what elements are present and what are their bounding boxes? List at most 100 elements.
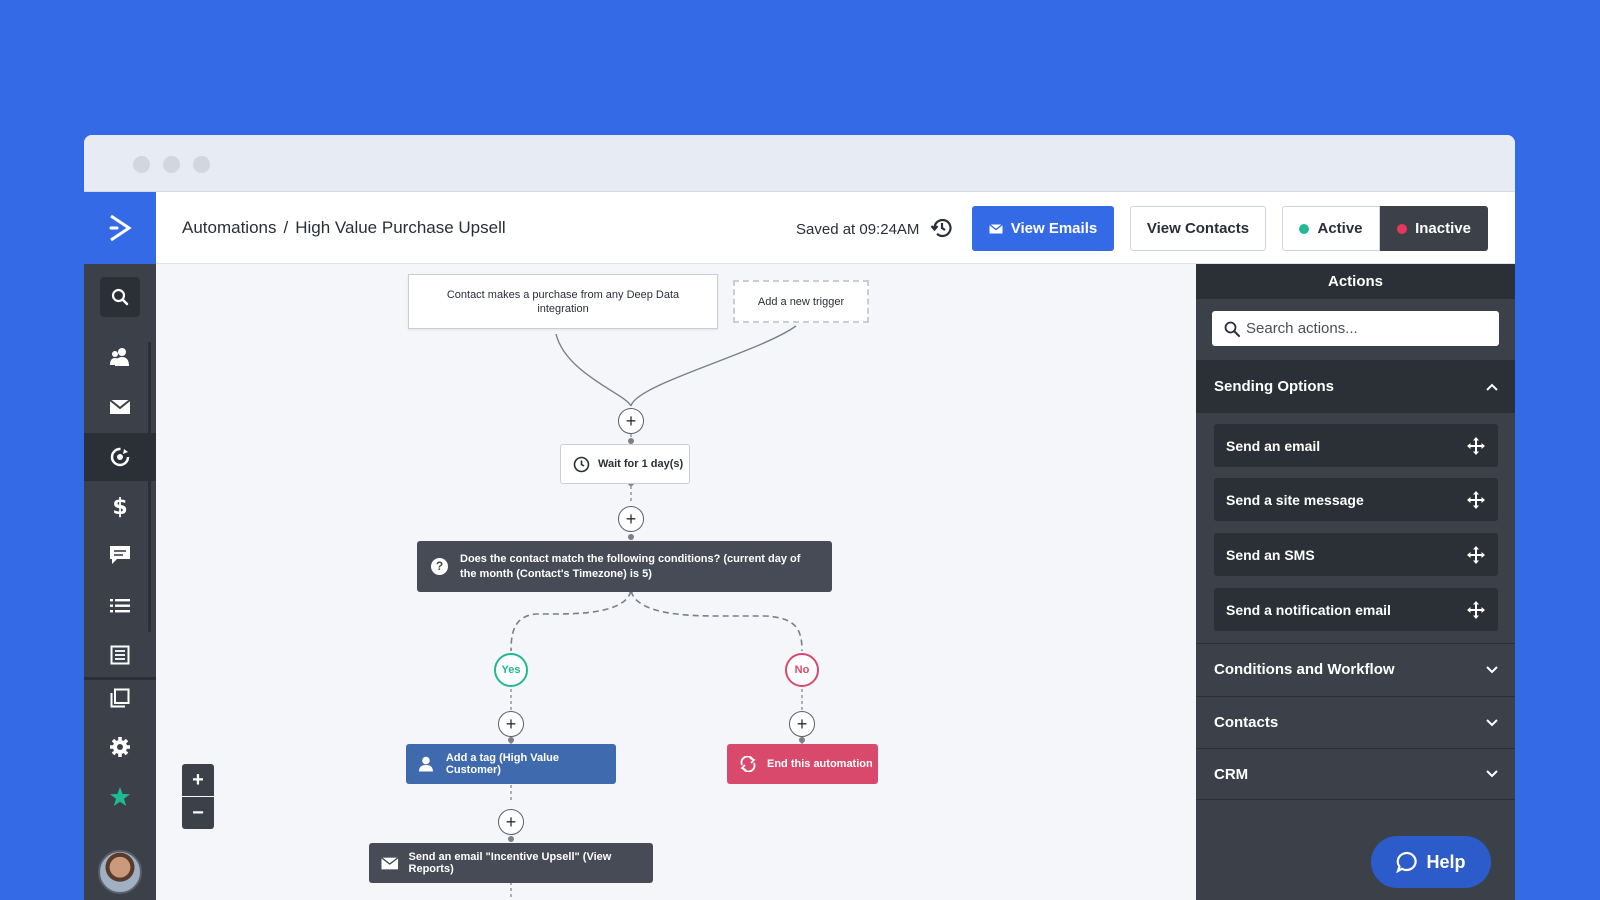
drag-handle-icon[interactable] xyxy=(1466,436,1486,456)
condition-node[interactable]: ? Does the contact match the following c… xyxy=(417,541,832,592)
window-maximize-dot[interactable] xyxy=(193,156,210,173)
automation-icon xyxy=(110,447,130,467)
inactive-toggle[interactable]: Inactive xyxy=(1380,206,1488,251)
help-label: Help xyxy=(1426,851,1466,872)
envelope-icon xyxy=(988,223,1003,233)
svg-text:$: $ xyxy=(112,495,127,518)
clock-icon xyxy=(573,456,590,472)
pages-icon xyxy=(110,688,130,708)
action-search-input[interactable] xyxy=(1246,320,1486,337)
end-automation-node[interactable]: End this automation xyxy=(727,744,878,784)
page-title[interactable]: High Value Purchase Upsell xyxy=(295,218,505,237)
chat-icon xyxy=(110,546,130,564)
yes-branch-label: Yes xyxy=(494,653,528,687)
action-label: Send a site message xyxy=(1226,491,1364,508)
refresh-icon xyxy=(740,756,756,772)
window-close-dot[interactable] xyxy=(133,156,150,173)
section-sending-options[interactable]: Sending Options xyxy=(1196,360,1515,413)
search-icon xyxy=(1224,321,1240,337)
action-send-email[interactable]: Send an email xyxy=(1214,424,1498,467)
search-icon xyxy=(111,288,129,306)
logo[interactable] xyxy=(84,192,156,264)
sidebar-item-contacts[interactable] xyxy=(84,333,156,381)
user-icon xyxy=(418,756,433,772)
action-label: Send an SMS xyxy=(1226,546,1315,563)
section-crm[interactable]: CRM xyxy=(1196,748,1515,800)
add-step-button[interactable]: + xyxy=(618,506,644,532)
send-email-node[interactable]: Send an email "Incentive Upsell" (View R… xyxy=(369,843,653,883)
action-send-notification-email[interactable]: Send a notification email xyxy=(1214,588,1498,631)
actions-panel: Actions Sending Options Send an email Se… xyxy=(1196,264,1515,900)
view-contacts-button[interactable]: View Contacts xyxy=(1130,206,1266,251)
window-minimize-dot[interactable] xyxy=(163,156,180,173)
add-tag-node[interactable]: Add a tag (High Value Customer) xyxy=(406,744,616,784)
chevron-down-icon xyxy=(1486,770,1498,778)
active-toggle[interactable]: Active xyxy=(1282,206,1380,251)
sidebar-item-favorites[interactable] xyxy=(84,773,156,821)
sidebar-item-deals[interactable]: $ xyxy=(84,482,156,530)
add-step-button[interactable]: + xyxy=(789,711,815,737)
dollar-icon: $ xyxy=(112,495,127,518)
history-icon xyxy=(930,218,952,238)
section-conditions-workflow[interactable]: Conditions and Workflow xyxy=(1196,643,1515,695)
section-sending-options-label: Sending Options xyxy=(1214,378,1334,395)
section-label: Contacts xyxy=(1214,714,1279,731)
envelope-icon xyxy=(109,399,131,414)
chat-bubble-icon xyxy=(1396,851,1418,873)
view-emails-button[interactable]: View Emails xyxy=(972,206,1114,251)
drag-handle-icon[interactable] xyxy=(1466,490,1486,510)
active-label: Active xyxy=(1317,220,1363,237)
zoom-out-button[interactable]: − xyxy=(182,797,214,829)
section-label: CRM xyxy=(1214,765,1249,783)
add-step-button[interactable]: + xyxy=(618,408,644,434)
sidebar-item-search[interactable] xyxy=(84,273,156,321)
trigger-node[interactable]: Contact makes a purchase from any Deep D… xyxy=(408,274,718,329)
view-emails-label: View Emails xyxy=(1010,220,1098,237)
add-step-button[interactable]: + xyxy=(498,711,524,737)
chevron-down-icon xyxy=(1486,718,1498,726)
list-icon xyxy=(110,599,130,613)
help-button[interactable]: Help xyxy=(1371,836,1491,888)
condition-node-label: Does the contact match the following con… xyxy=(460,552,801,580)
sidebar-item-campaigns[interactable] xyxy=(84,383,156,431)
avatar[interactable] xyxy=(98,850,142,894)
add-trigger-node[interactable]: Add a new trigger xyxy=(733,280,869,323)
sidebar-item-conversations[interactable] xyxy=(84,531,156,579)
breadcrumb-separator: / xyxy=(283,218,289,237)
drag-handle-icon[interactable] xyxy=(1466,600,1486,620)
app-window: $ Automations / High Value Purchase Upse… xyxy=(84,135,1515,900)
section-contacts[interactable]: Contacts xyxy=(1196,696,1515,748)
history-button[interactable] xyxy=(930,216,954,245)
sidebar-item-forms[interactable] xyxy=(84,631,156,679)
top-header: Automations / High Value Purchase Upsell S… xyxy=(156,192,1515,264)
sidebar-item-automations[interactable] xyxy=(84,433,156,481)
breadcrumb: Automations / High Value Purchase Upsell xyxy=(182,218,506,238)
no-branch-label: No xyxy=(785,653,819,687)
form-icon xyxy=(110,645,130,665)
star-icon xyxy=(110,787,130,806)
section-label: Conditions and Workflow xyxy=(1214,661,1395,678)
add-step-button[interactable]: + xyxy=(498,809,524,835)
action-send-sms[interactable]: Send an SMS xyxy=(1214,533,1498,576)
wait-node[interactable]: Wait for 1 day(s) xyxy=(560,444,690,484)
sidebar-scrollbar[interactable] xyxy=(148,342,151,632)
inactive-label: Inactive xyxy=(1415,220,1471,237)
wait-node-label: Wait for 1 day(s) xyxy=(598,458,684,470)
breadcrumb-root[interactable]: Automations xyxy=(182,218,277,237)
sidebar-item-pages[interactable] xyxy=(84,674,156,722)
chevron-right-logo-icon xyxy=(109,214,132,242)
action-send-site-message[interactable]: Send a site message xyxy=(1214,478,1498,521)
chevron-down-icon xyxy=(1486,665,1498,673)
drag-handle-icon[interactable] xyxy=(1466,545,1486,565)
action-label: Send an email xyxy=(1226,437,1321,454)
sidebar-item-settings[interactable] xyxy=(84,723,156,771)
window-titlebar xyxy=(84,135,1515,192)
sidebar-item-lists[interactable] xyxy=(84,582,156,630)
question-icon: ? xyxy=(431,558,448,575)
action-label: Send a notification email xyxy=(1226,601,1391,618)
send-email-node-label: Send an email "Incentive Upsell" (View R… xyxy=(408,851,612,875)
automation-canvas[interactable]: Contact makes a purchase from any Deep D… xyxy=(156,264,1196,900)
zoom-in-button[interactable]: + xyxy=(182,764,214,796)
add-tag-node-label: Add a tag (High Value Customer) xyxy=(445,752,559,776)
action-search[interactable] xyxy=(1212,311,1499,346)
